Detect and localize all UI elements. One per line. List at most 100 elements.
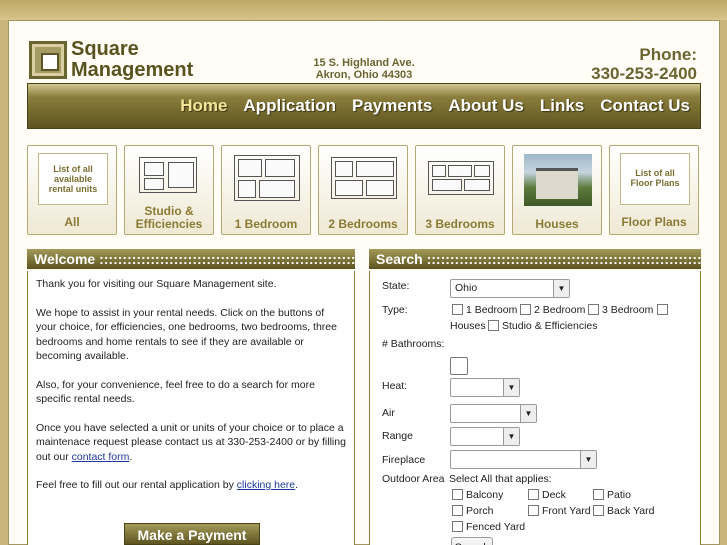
logo-line-2: Management [71, 59, 194, 81]
chevron-down-icon: ▼ [580, 451, 596, 468]
option-label: 2 Bedroom [534, 304, 586, 316]
floorplan-icon [426, 153, 496, 205]
welcome-paragraph: Feel free to fill out our rental applica… [36, 478, 346, 493]
outdoor-option-front-yard[interactable]: Front Yard [528, 504, 591, 519]
category-label: 2 Bedrooms [328, 217, 398, 231]
floorplan-drawing [139, 157, 197, 193]
outdoor-option-balcony[interactable]: Balcony [452, 488, 503, 503]
checkbox[interactable] [588, 304, 599, 315]
phone-label: Phone: [639, 45, 697, 64]
welcome-paragraph: Thank you for visiting our Square Manage… [36, 278, 277, 290]
contact-form-link[interactable]: contact form [72, 451, 130, 463]
type-option-houses[interactable]: Houses [450, 319, 486, 334]
logo-line-1: Square [71, 38, 139, 60]
range-label: Range [382, 430, 413, 442]
type-option-1-bedroom[interactable]: 1 Bedroom [452, 303, 517, 318]
state-select[interactable]: Ohio ▼ [450, 279, 570, 298]
logo[interactable]: Square Management [29, 39, 193, 81]
category-label: All [64, 215, 80, 229]
state-value: Ohio [455, 282, 478, 294]
outdoor-option-porch[interactable]: Porch [452, 504, 493, 519]
outdoor-option-deck[interactable]: Deck [528, 488, 566, 503]
category-label: Studio & Efficiencies [135, 204, 203, 231]
option-label: Fenced Yard [466, 521, 526, 533]
bathrooms-input[interactable] [450, 357, 468, 375]
chevron-down-icon: ▼ [503, 428, 519, 445]
option-label: Studio & Efficiencies [502, 320, 598, 332]
state-label: State: [382, 280, 410, 292]
category-label: Houses [535, 217, 579, 231]
category-studio-button[interactable]: Studio & Efficiencies [124, 145, 214, 235]
floorplan-icon [232, 153, 302, 205]
logo-square-icon [29, 41, 67, 79]
option-label: 1 Bedroom [466, 304, 518, 316]
search-panel: State: Ohio ▼ Type: 1 Bedroom 2 Bedroom 3… [369, 271, 701, 545]
type-option-3-bedroom[interactable]: 3 Bedroom [588, 303, 671, 318]
nav-contact-us[interactable]: Contact Us [600, 96, 690, 116]
nav-payments[interactable]: Payments [352, 96, 432, 116]
heat-label: Heat: [382, 380, 408, 392]
welcome-text: Feel free to fill out our rental applica… [36, 479, 237, 491]
address-line-1: 15 S. Highland Ave. [313, 57, 415, 69]
heat-select[interactable]: ▼ [450, 378, 520, 397]
air-label: Air [382, 407, 395, 419]
category-thumb-text: List of all available rental units [48, 164, 98, 194]
chevron-down-icon: ▼ [553, 280, 569, 297]
type-option-studio[interactable]: Studio & Efficiencies [488, 319, 598, 334]
checkbox[interactable] [657, 304, 669, 315]
floorplan-drawing [428, 161, 494, 195]
air-select[interactable]: ▼ [450, 404, 537, 423]
category-3-bedrooms-button[interactable]: 3 Bedrooms [415, 145, 505, 235]
type-option-2-bedroom[interactable]: 2 Bedroom [520, 303, 585, 318]
option-label: 3 Bedroom [602, 304, 654, 316]
search-header: Search :::::::::::::::::::::::::::::::::… [369, 249, 701, 269]
checkbox[interactable] [520, 304, 531, 315]
nav-links[interactable]: Links [540, 96, 584, 116]
checkbox[interactable] [488, 320, 499, 331]
category-label: Floor Plans [621, 215, 687, 229]
house-photo [524, 154, 592, 206]
welcome-paragraph: We hope to assist in your rental needs. … [36, 306, 337, 363]
make-payment-button[interactable]: Make a Payment [124, 523, 260, 545]
outdoor-option-back-yard[interactable]: Back Yard [593, 504, 654, 519]
checkbox[interactable] [528, 505, 539, 516]
welcome-paragraph: Once you have selected a unit or units o… [36, 421, 346, 465]
category-houses-button[interactable]: Houses [512, 145, 602, 235]
checkbox[interactable] [593, 489, 604, 500]
fireplace-label: Fireplace [382, 454, 426, 466]
welcome-text: . [129, 450, 133, 463]
checkbox[interactable] [452, 304, 463, 315]
checkbox[interactable] [452, 521, 463, 532]
checkbox[interactable] [452, 505, 463, 516]
option-label: Porch [466, 505, 494, 517]
fireplace-select[interactable]: ▼ [450, 450, 597, 469]
outdoor-option-fenced-yard[interactable]: Fenced Yard [452, 520, 525, 535]
checkbox[interactable] [452, 489, 463, 500]
category-floor-plans-button[interactable]: List of all Floor Plans Floor Plans [609, 145, 699, 235]
outdoor-option-patio[interactable]: Patio [593, 488, 631, 503]
background-strip [0, 0, 727, 20]
checkbox[interactable] [593, 505, 604, 516]
option-label: Deck [542, 489, 566, 501]
address-line-2: Akron, Ohio 44303 [315, 69, 413, 81]
option-label: Patio [607, 489, 631, 501]
range-select[interactable]: ▼ [450, 427, 520, 446]
nav-home[interactable]: Home [180, 96, 227, 116]
nav-about-us[interactable]: About Us [448, 96, 524, 116]
outdoor-hint: Select All that applies: [449, 473, 552, 485]
floorplan-drawing [331, 157, 397, 199]
welcome-text: . [295, 479, 299, 491]
category-all-button[interactable]: List of all available rental units All [27, 145, 117, 235]
category-1-bedroom-button[interactable]: 1 Bedroom [221, 145, 311, 235]
nav-application[interactable]: Application [243, 96, 336, 116]
floorplan-drawing [234, 155, 300, 201]
category-buttons: List of all available rental units All S… [27, 145, 707, 235]
chevron-down-icon: ▼ [520, 405, 536, 422]
chevron-down-icon: ▼ [503, 379, 519, 396]
checkbox[interactable] [528, 489, 539, 500]
welcome-header: Welcome ::::::::::::::::::::::::::::::::… [27, 249, 355, 269]
category-2-bedrooms-button[interactable]: 2 Bedrooms [318, 145, 408, 235]
phone: Phone: 330-253-2400 [591, 45, 697, 83]
search-button[interactable]: Search [451, 537, 493, 545]
application-link[interactable]: clicking here [237, 479, 295, 491]
